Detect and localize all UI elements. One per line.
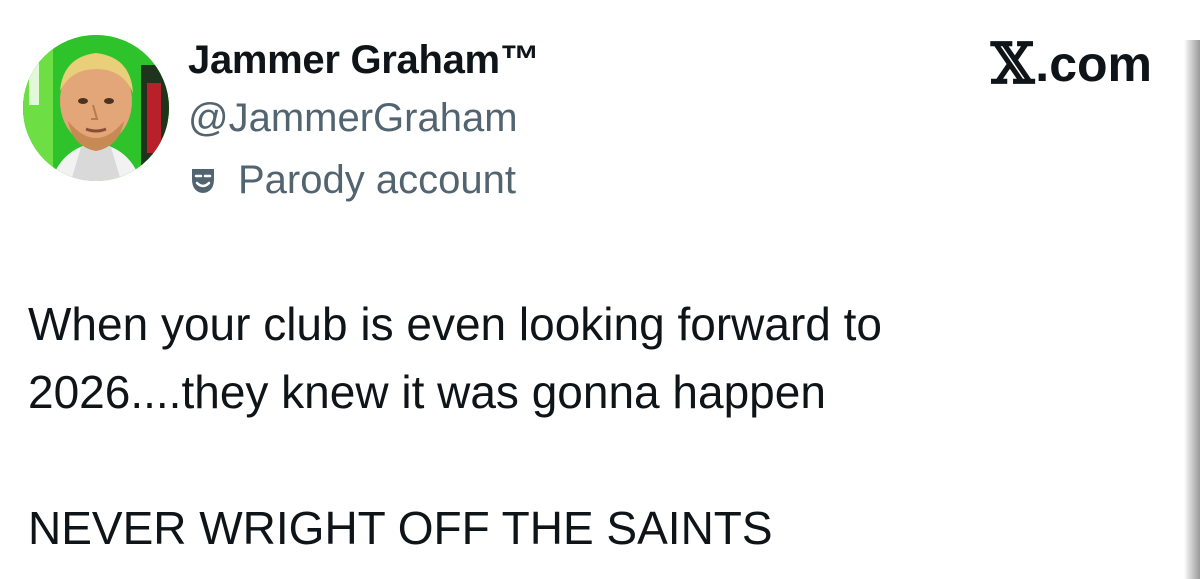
post-text: When your club is even looking forward t… [28,290,1128,562]
divider [1184,40,1200,579]
parody-account-badge: Parody account [188,154,516,206]
post-text-line: 2026....they knew it was gonna happen [28,366,826,418]
post-text-line: When your club is even looking forward t… [28,298,882,350]
display-name[interactable]: Jammer Graham™ [188,34,540,86]
post-text-line: NEVER WRIGHT OFF THE SAINTS [28,502,773,554]
x-logo: 𝕏 .com [991,36,1152,92]
parody-account-label: Parody account [238,158,516,202]
post-card: Jammer Graham™ @JammerGraham Parody acco… [0,0,1200,579]
user-handle[interactable]: @JammerGraham [188,93,518,143]
x-icon: 𝕏 [990,31,1035,97]
avatar-photo [23,35,169,181]
theater-masks-icon [188,165,218,195]
brand-suffix: .com [1035,36,1152,92]
avatar[interactable] [23,35,169,181]
